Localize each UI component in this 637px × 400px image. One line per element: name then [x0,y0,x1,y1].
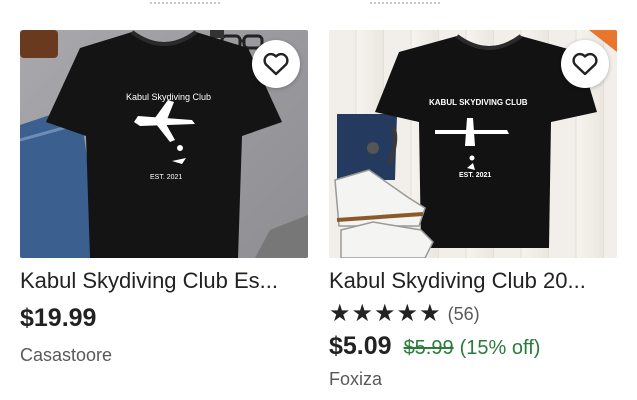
cut-off-text [150,0,220,4]
shirt-print-text: KABUL SKYDIVING CLUB [429,98,528,107]
price-row: $5.09 $5.99 (15% off) [329,332,617,361]
listing-title[interactable]: Kabul Skydiving Club 20... [329,268,617,294]
heart-icon [572,52,598,76]
shop-name[interactable]: Casastoore [20,345,308,366]
listing-card[interactable]: KABUL SKYDIVING CLUB EST. 2021 Kabul Sky… [329,30,617,390]
listing-price: $19.99 [20,304,97,332]
listing-price: $5.09 [329,332,392,360]
original-price: $5.99 [403,337,454,359]
cut-off-text [370,0,440,4]
discount-label: (15% off) [459,337,541,359]
listing-title[interactable]: Kabul Skydiving Club Es... [20,268,308,294]
shirt-print-text: Kabul Skydiving Club [126,92,212,102]
shirt-print-est: EST. 2021 [150,174,183,181]
listing-card[interactable]: Kabul Skydiving Club EST. 2021 Kabul Sky… [20,30,308,366]
shop-name[interactable]: Foxiza [329,369,617,390]
favorite-button[interactable] [252,40,300,88]
listing-image[interactable]: Kabul Skydiving Club EST. 2021 [20,30,308,258]
shirt-print-est: EST. 2021 [459,172,492,179]
star-rating: ★★★★★ [329,300,442,327]
review-count: (56) [447,303,480,324]
favorite-button[interactable] [561,40,609,88]
previous-row-remnant [0,0,637,10]
price-row: $19.99 [20,304,308,333]
heart-icon [263,52,289,76]
listing-image[interactable]: KABUL SKYDIVING CLUB EST. 2021 [329,30,617,258]
rating-row: ★★★★★ (56) [329,302,617,326]
